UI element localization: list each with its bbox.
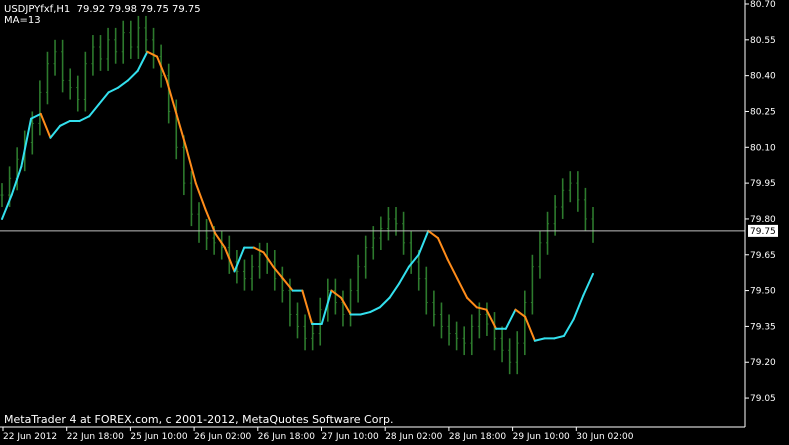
x-tick-label: 30 Jun 02:00 [576,432,633,442]
x-tick-label: 28 Jun 02:00 [385,432,442,442]
y-tick-label: 79.35 [750,322,776,332]
y-tick-label: 80.25 [750,107,776,117]
y-tick-label: 79.80 [750,215,776,225]
x-tick-label: 26 Jun 02:00 [194,432,251,442]
x-tick-label: 22 Jun 2012 [3,432,57,442]
y-tick-label: 79.05 [750,394,776,404]
symbol-header: USDJPYfxf,H1 79.92 79.98 79.75 79.75 [4,4,201,15]
x-tick-label: 26 Jun 18:00 [258,432,315,442]
y-tick-label: 79.20 [750,358,776,368]
x-tick-label: 25 Jun 10:00 [130,432,187,442]
copyright-text: MetaTrader 4 at FOREX.com, c 2001-2012, … [4,413,394,426]
current-price-tag: 79.75 [748,224,778,237]
y-tick-label: 80.70 [750,0,776,10]
x-tick-label: 22 Jun 18:00 [67,432,124,442]
indicator-label: MA=13 [4,15,41,26]
y-tick-label: 79.95 [750,179,776,189]
y-tick-label: 80.40 [750,72,776,82]
y-tick-label: 79.50 [750,287,776,297]
x-tick-label: 29 Jun 10:00 [513,432,570,442]
x-tick-label: 27 Jun 10:00 [322,432,379,442]
y-tick-label: 80.55 [750,36,776,46]
x-tick-label: 28 Jun 18:00 [449,432,506,442]
price-chart: 80.70 80.55 80.40 80.25 80.10 79.95 79.80 79.65… [0,0,789,445]
y-tick-label: 79.65 [750,251,776,261]
price-tag-label: 79.75 [750,227,776,237]
y-tick-label: 80.10 [750,143,776,153]
